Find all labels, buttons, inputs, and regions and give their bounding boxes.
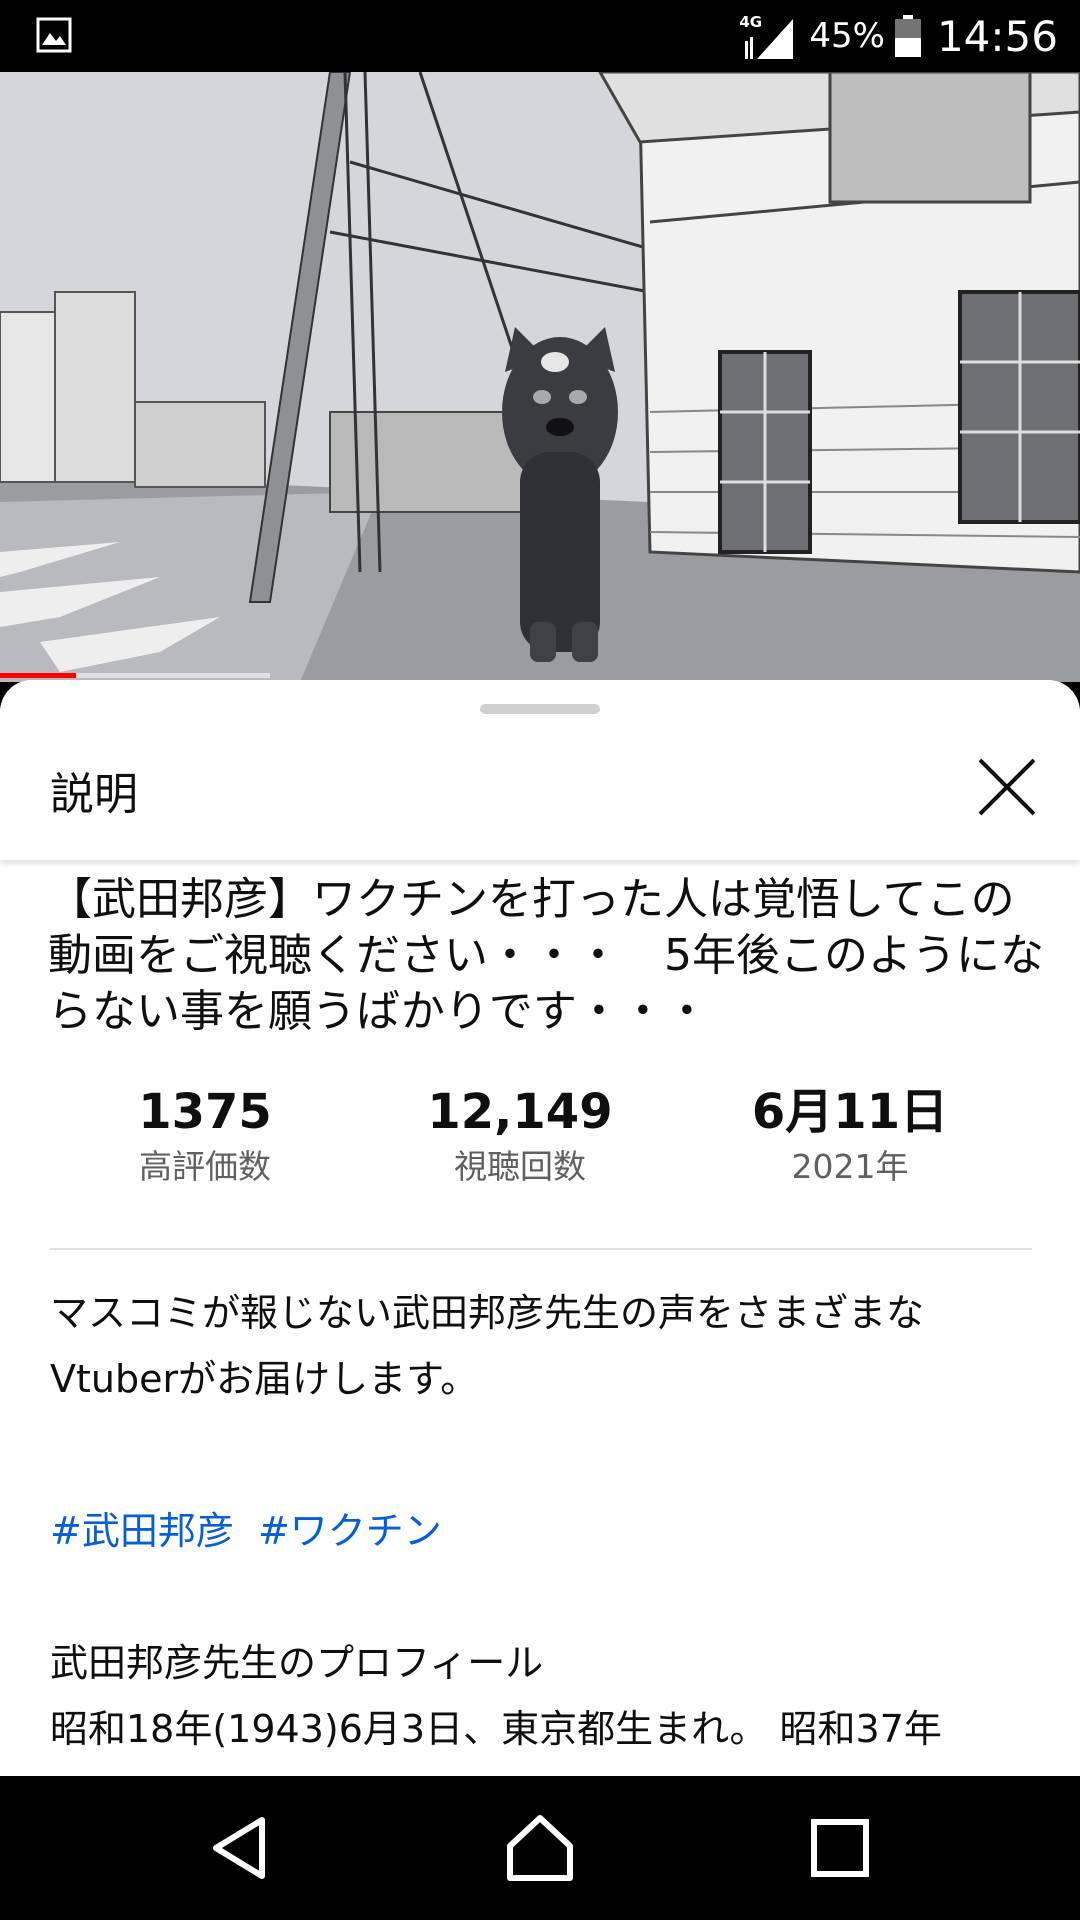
home-icon[interactable]: [500, 1808, 580, 1888]
profile-line: 昭和18年(1943)6月3日、東京都生まれ。 昭和37年: [50, 1707, 942, 1751]
progress-bar[interactable]: [0, 673, 76, 678]
stats-row: 1375 高評価数 12,149 視聴回数 6月11日 2021年: [50, 1082, 1032, 1192]
hashtag-link[interactable]: #ワクチン: [258, 1509, 442, 1553]
date-stat: 6月11日 2021年: [740, 1082, 960, 1192]
sheet-header: 説明: [0, 680, 1080, 860]
description-sheet: 説明 【武田邦彦】ワクチンを打った人は覚悟してこの動画をご視聴ください・・・ 5…: [0, 680, 1080, 1776]
video-title: 【武田邦彦】ワクチンを打った人は覚悟してこの動画をご視聴ください・・・ 5年後こ…: [48, 874, 1044, 1037]
gallery-notification-icon: [36, 17, 72, 53]
likes-stat: 1375 高評価数: [110, 1082, 300, 1192]
profile-heading: 武田邦彦先生のプロフィール: [50, 1641, 544, 1685]
close-icon[interactable]: [972, 752, 1042, 822]
navigation-bar: [0, 1776, 1080, 1920]
views-stat: 12,149 視聴回数: [425, 1082, 615, 1192]
date-value: 6月11日: [751, 1084, 949, 1140]
clock: 14:56: [936, 11, 1058, 61]
status-bar: 4G 45% 14:56: [0, 0, 1080, 72]
battery-icon: [894, 15, 921, 57]
cellular-signal-icon: 4G: [737, 11, 795, 61]
hashtag-link[interactable]: #武田邦彦: [50, 1509, 234, 1553]
profile-text: 武田邦彦先生のプロフィール 昭和18年(1943)6月3日、東京都生まれ。 昭和…: [50, 1630, 1060, 1762]
divider: [50, 1248, 1032, 1250]
recent-apps-icon[interactable]: [800, 1808, 880, 1888]
likes-value: 1375: [138, 1084, 272, 1140]
description-line-1: マスコミが報じない武田邦彦先生の声をさまざまな: [50, 1291, 925, 1335]
views-value: 12,149: [427, 1084, 613, 1140]
hashtags: #武田邦彦 #ワクチン: [50, 1498, 454, 1564]
back-triangle-icon[interactable]: [202, 1808, 282, 1888]
likes-label: 高評価数: [139, 1147, 271, 1186]
year-label: 2021年: [791, 1147, 909, 1186]
sheet-body[interactable]: 【武田邦彦】ワクチンを打った人は覚悟してこの動画をご視聴ください・・・ 5年後こ…: [0, 860, 1080, 1776]
video-player[interactable]: [0, 72, 1080, 682]
video-frame: [0, 72, 1080, 682]
sheet-title: 説明: [50, 769, 138, 820]
description-line-2: Vtuberがお届けします。: [50, 1357, 479, 1401]
views-label: 視聴回数: [454, 1147, 586, 1186]
battery-percent: 45%: [809, 16, 885, 56]
drag-handle[interactable]: [480, 704, 600, 714]
description-text: マスコミが報じない武田邦彦先生の声をさまざまな Vtuberがお届けします。: [50, 1280, 1040, 1412]
